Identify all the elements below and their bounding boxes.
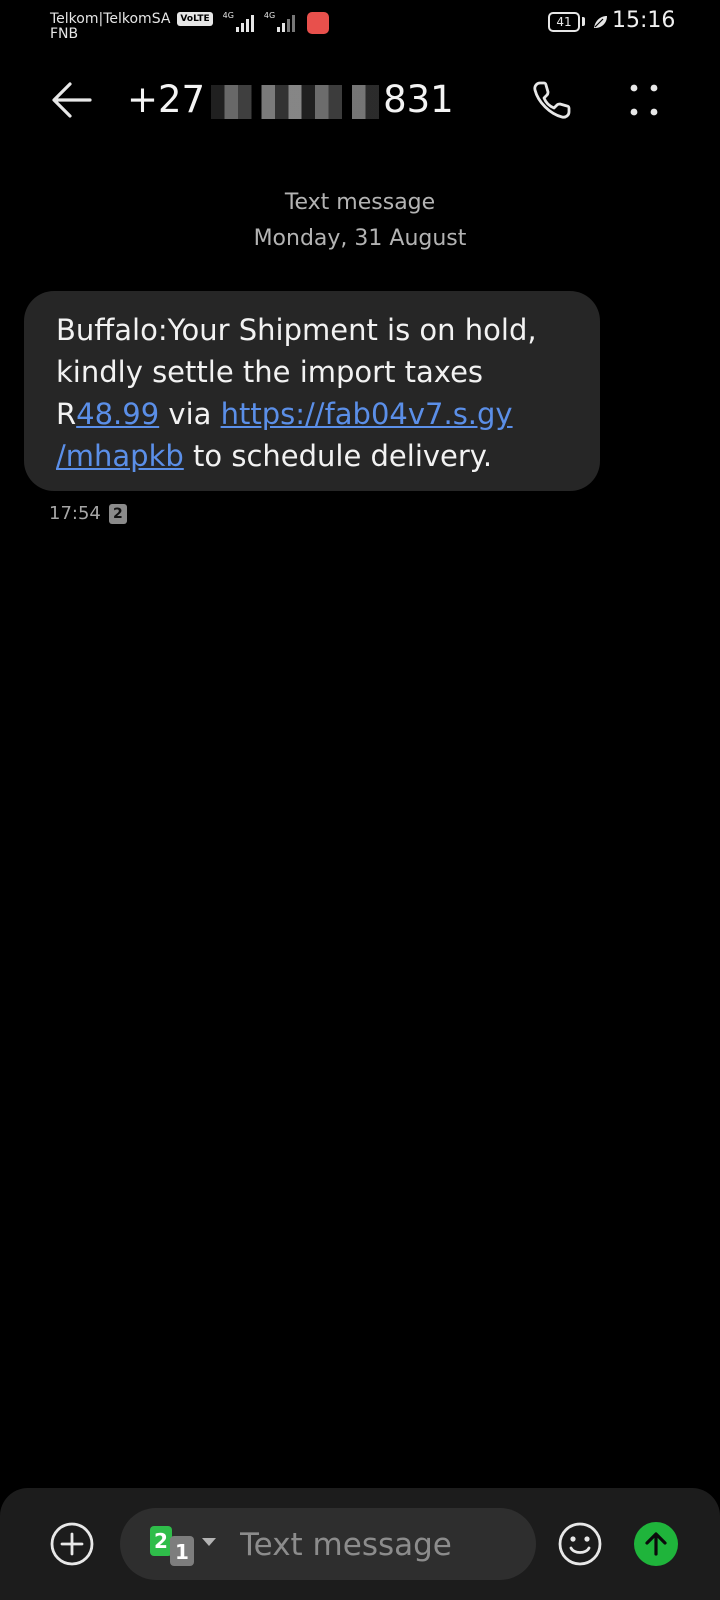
sim-1-icon: 1	[170, 1536, 194, 1566]
carrier-name: Telkom|TelkomSA	[50, 11, 171, 27]
message-text: via	[159, 397, 221, 431]
power-saving-leaf-icon	[594, 16, 607, 28]
volte-badge: VoLTE	[177, 12, 213, 26]
redacted-digits	[211, 84, 380, 119]
message-type-label: Text message	[284, 190, 436, 215]
emoji-button[interactable]	[552, 1516, 608, 1572]
contact-number-suffix: 831	[383, 78, 454, 121]
sim-card-icon: 2	[108, 503, 127, 524]
network-type-2: 4G	[263, 11, 276, 20]
url-link[interactable]: https://fab04v7.s.gy	[221, 397, 513, 431]
back-arrow-icon	[52, 82, 92, 118]
message-input-container: 2 1	[120, 1508, 536, 1580]
message-meta: 17:54 2	[49, 503, 127, 524]
send-arrow-icon	[645, 1532, 667, 1556]
send-button[interactable]	[634, 1522, 678, 1566]
contact-number-prefix: +27	[127, 78, 206, 121]
conversation-header: +27 831	[0, 60, 720, 140]
phone-icon	[533, 81, 571, 119]
message-composer: 2 1	[0, 1488, 720, 1600]
secondary-carrier: FNB	[50, 26, 79, 42]
sim-2-icon: 2	[150, 1526, 172, 1556]
back-button[interactable]	[44, 76, 100, 124]
contact-number: +27 831	[127, 78, 454, 121]
url-link-continued[interactable]: /mhapkb	[56, 439, 184, 473]
message-time: 17:54	[49, 503, 101, 524]
message-bubble[interactable]: Buffalo:Your Shipment is on hold, kindly…	[24, 291, 600, 491]
conversation-date: Monday, 31 August	[253, 226, 467, 251]
chevron-down-icon	[202, 1538, 216, 1546]
huawei-store-icon	[307, 12, 330, 34]
add-circle-icon	[50, 1522, 94, 1566]
amount-link[interactable]: 48.99	[76, 397, 159, 431]
more-options-icon	[630, 84, 658, 116]
signal-strength-1-icon: 4G	[223, 6, 254, 32]
signal-strength-2-icon: 4G	[263, 6, 296, 32]
message-text: to schedule delivery.	[183, 439, 493, 473]
message-input[interactable]	[238, 1520, 522, 1570]
emoji-icon	[558, 1522, 602, 1566]
more-options-button[interactable]	[616, 74, 672, 126]
network-type-1: 4G	[222, 11, 234, 20]
battery-tip	[582, 17, 585, 26]
status-bar: Telkom|TelkomSA VoLTE 4G 4G FNB 41 15:16	[0, 0, 720, 52]
status-time: 15:16	[612, 8, 676, 33]
carrier-row: Telkom|TelkomSA VoLTE 4G 4G	[50, 4, 330, 34]
battery-icon: 41	[548, 12, 580, 32]
call-button[interactable]	[524, 74, 580, 126]
sim-selector[interactable]: 2 1	[150, 1522, 220, 1566]
add-attachment-button[interactable]	[44, 1516, 100, 1572]
